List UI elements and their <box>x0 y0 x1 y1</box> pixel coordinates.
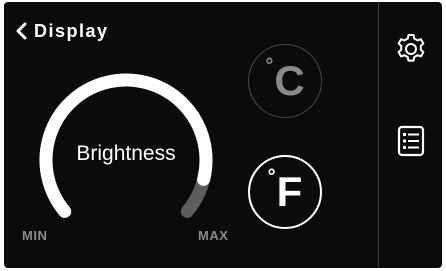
celsius-symbol: ° C <box>265 56 305 104</box>
back-button[interactable]: Display <box>14 18 109 44</box>
fahrenheit-button[interactable]: ° F <box>248 155 322 229</box>
brightness-label: Brightness <box>76 142 176 165</box>
sidebar-divider <box>378 2 379 268</box>
display-settings-screen: Display Brightness MIN MAX ° C ° F <box>4 2 442 268</box>
degree-symbol: ° <box>267 166 276 188</box>
chevron-left-icon <box>16 22 27 40</box>
celsius-button[interactable]: ° C <box>248 44 322 118</box>
device-frame: Display Brightness MIN MAX ° C ° F <box>0 0 446 271</box>
brightness-min-label: MIN <box>22 228 48 243</box>
gear-icon[interactable] <box>394 32 428 66</box>
fahrenheit-label: F <box>276 168 303 215</box>
fahrenheit-symbol: ° F <box>268 167 303 215</box>
list-icon[interactable] <box>394 124 428 158</box>
brightness-gauge[interactable]: Brightness MIN MAX <box>22 72 228 243</box>
brightness-max-label: MAX <box>198 228 229 243</box>
degree-symbol: ° <box>265 55 274 77</box>
back-label: Display <box>34 20 109 41</box>
celsius-label: C <box>274 57 305 104</box>
